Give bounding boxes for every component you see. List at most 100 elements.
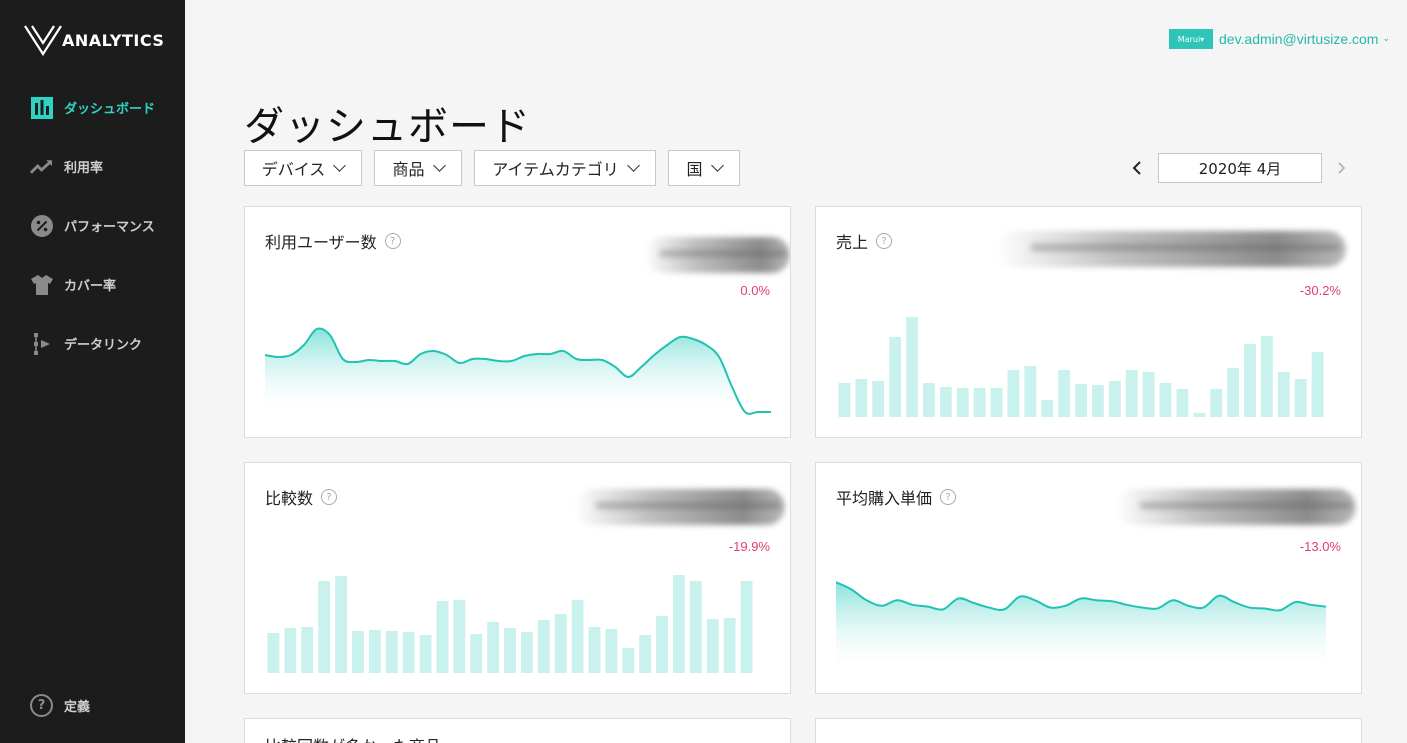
chart-bar bbox=[923, 383, 935, 417]
device-filter[interactable]: デバイス bbox=[244, 150, 362, 186]
chart-bar bbox=[284, 628, 297, 673]
chart-bar bbox=[855, 379, 868, 417]
card-title-text: 利用ユーザー数 bbox=[265, 233, 377, 252]
chart-bar bbox=[588, 627, 601, 673]
chart-bar bbox=[689, 581, 702, 673]
chart-bar bbox=[639, 635, 652, 673]
chart-bar bbox=[1176, 389, 1189, 417]
help-icon[interactable]: ? bbox=[940, 489, 957, 505]
sidebar-item-label: ダッシュボード bbox=[64, 102, 156, 117]
sidebar-item-label: パフォーマンス bbox=[64, 220, 155, 235]
chart-bar bbox=[622, 648, 635, 673]
next-month-button[interactable] bbox=[1334, 160, 1348, 176]
chevron-down-icon bbox=[626, 159, 640, 172]
chart-bar bbox=[1142, 372, 1155, 417]
card-title: 売上? bbox=[836, 229, 893, 253]
chart-bar bbox=[740, 581, 753, 673]
logo-v-icon bbox=[24, 25, 62, 56]
chart-bar bbox=[673, 575, 685, 673]
chevron-down-icon: ⌄ bbox=[1382, 34, 1390, 44]
chart-bar bbox=[973, 388, 986, 417]
chart-bar bbox=[520, 632, 533, 673]
sidebar-item-label: カバー率 bbox=[64, 279, 117, 294]
chart-bar bbox=[571, 600, 584, 673]
avg-purchase-price-chart bbox=[836, 581, 1326, 673]
bar-chart-icon bbox=[30, 96, 53, 119]
chart-bar bbox=[1075, 384, 1087, 417]
chart-bar bbox=[352, 631, 364, 673]
chart-bar bbox=[402, 632, 415, 673]
chart-bar bbox=[1159, 383, 1172, 417]
chart-bar bbox=[605, 629, 618, 673]
percent-icon bbox=[30, 214, 53, 237]
sidebar-item-label: 利用率 bbox=[64, 161, 104, 176]
chart-area-fill bbox=[265, 328, 771, 417]
chart-bar bbox=[1024, 366, 1037, 417]
card-title-text: 比較数 bbox=[265, 489, 314, 508]
chart-bar bbox=[838, 383, 851, 417]
change-percent: -19.9% bbox=[728, 539, 770, 554]
product-filter[interactable]: 商品 bbox=[374, 150, 462, 186]
sidebar-item-coverage[interactable]: カバー率 bbox=[30, 273, 116, 296]
filter-label: 国 bbox=[686, 160, 703, 179]
help-icon[interactable]: ? bbox=[321, 489, 338, 505]
filter-label: アイテムカテゴリ bbox=[492, 160, 619, 179]
app-logo[interactable]: ANALYTICS bbox=[24, 24, 164, 56]
card-title: 平均購入単価? bbox=[836, 485, 957, 509]
sales-chart bbox=[838, 317, 1324, 417]
active-users-chart bbox=[265, 327, 771, 417]
chart-bar bbox=[1311, 352, 1324, 417]
month-display[interactable]: 2020年 4月 bbox=[1158, 153, 1322, 183]
card-title-text: 平均購入単価 bbox=[836, 489, 933, 508]
card-bottom-right bbox=[815, 718, 1362, 743]
sidebar-item-performance[interactable]: パフォーマンス bbox=[30, 214, 155, 237]
chart-bar bbox=[487, 622, 500, 673]
chart-bar bbox=[368, 630, 381, 673]
blurred-value bbox=[645, 237, 790, 273]
chart-bar bbox=[318, 581, 331, 673]
chart-bar bbox=[872, 381, 885, 417]
chart-bar bbox=[1294, 379, 1307, 417]
sidebar-item-definitions[interactable]: ? 定義 bbox=[30, 694, 90, 717]
chevron-down-icon bbox=[333, 159, 347, 172]
account-menu[interactable]: Marui▾ dev.admin@virtusize.com ⌄ bbox=[1169, 29, 1390, 49]
chart-bar bbox=[656, 616, 668, 673]
sidebar-item-label: 定義 bbox=[64, 700, 91, 715]
sidebar-item-dashboard[interactable]: ダッシュボード bbox=[30, 96, 155, 119]
chart-bar bbox=[504, 628, 516, 673]
store-badge[interactable]: Marui▾ bbox=[1169, 29, 1213, 49]
card-sales: 売上? -30.2% bbox=[815, 206, 1362, 438]
chart-bar bbox=[723, 618, 736, 673]
logo-text: ANALYTICS bbox=[62, 30, 165, 50]
previous-month-button[interactable] bbox=[1130, 160, 1144, 176]
user-email[interactable]: dev.admin@virtusize.com bbox=[1219, 31, 1378, 47]
trend-up-icon bbox=[30, 155, 53, 178]
blurred-value bbox=[996, 231, 1346, 267]
sidebar-item-label: データリンク bbox=[64, 338, 143, 353]
card-title: 利用ユーザー数? bbox=[265, 229, 401, 253]
card-title: 比較数? bbox=[265, 485, 338, 509]
chart-bar bbox=[470, 634, 483, 673]
chart-bar bbox=[1041, 400, 1054, 417]
chart-bar bbox=[453, 600, 466, 673]
blurred-value bbox=[575, 489, 785, 525]
comparisons-chart bbox=[267, 575, 753, 673]
chart-bar bbox=[1193, 413, 1206, 417]
chart-bar bbox=[706, 619, 719, 673]
country-filter[interactable]: 国 bbox=[668, 150, 740, 186]
chart-bar bbox=[906, 317, 918, 417]
sidebar-item-usage-rate[interactable]: 利用率 bbox=[30, 155, 103, 178]
card-comparisons: 比較数? -19.9% bbox=[244, 462, 791, 694]
chart-bar bbox=[419, 635, 432, 673]
help-icon[interactable]: ? bbox=[384, 233, 401, 249]
data-link-icon bbox=[30, 332, 53, 355]
sidebar: ANALYTICS ダッシュボード 利用率 パフォーマンス カバー率 データリン… bbox=[0, 0, 185, 743]
sidebar-item-data-link[interactable]: データリンク bbox=[30, 332, 142, 355]
blurred-value bbox=[1116, 489, 1356, 525]
help-icon: ? bbox=[30, 694, 53, 717]
item-category-filter[interactable]: アイテムカテゴリ bbox=[474, 150, 656, 186]
card-title: 比較回数が多かった商品 bbox=[265, 733, 441, 743]
help-icon[interactable]: ? bbox=[876, 233, 893, 249]
filter-label: デバイス bbox=[261, 160, 326, 179]
chart-bar bbox=[537, 620, 550, 673]
